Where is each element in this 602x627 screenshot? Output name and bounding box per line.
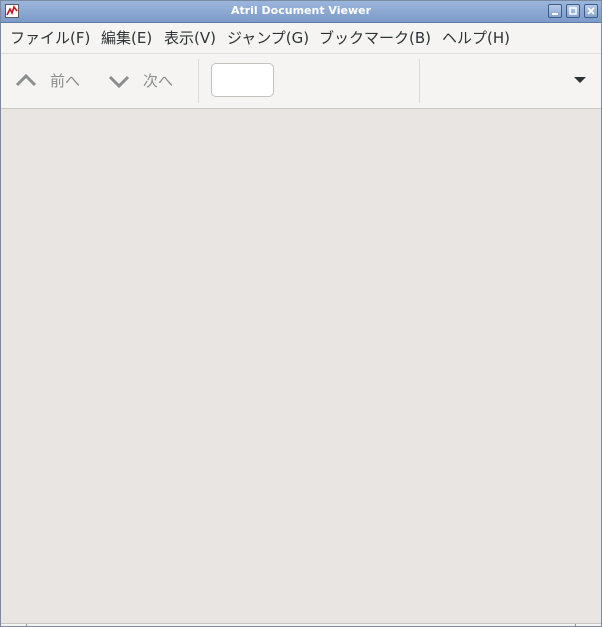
previous-page-label: 前へ bbox=[50, 72, 81, 90]
close-icon bbox=[587, 7, 595, 15]
toolbar: 前へ 次へ bbox=[1, 54, 601, 109]
toolbar-separator bbox=[419, 59, 420, 103]
document-view[interactable] bbox=[1, 109, 601, 623]
app-window: Atril Document Viewer ファイル(F) 編集(E) 表示(V… bbox=[0, 0, 602, 627]
menu-edit[interactable]: 編集(E) bbox=[101, 29, 152, 47]
menu-file[interactable]: ファイル(F) bbox=[10, 29, 90, 47]
next-page-button[interactable]: 次へ bbox=[108, 64, 178, 98]
menu-help[interactable]: ヘルプ(H) bbox=[442, 29, 510, 47]
minimize-icon bbox=[552, 13, 558, 15]
menu-view[interactable]: 表示(V) bbox=[164, 29, 216, 47]
chevron-down-icon bbox=[108, 75, 130, 89]
previous-page-button[interactable]: 前へ bbox=[15, 64, 85, 98]
menu-bar: ファイル(F) 編集(E) 表示(V) ジャンプ(G) ブックマーク(B) ヘル… bbox=[1, 23, 601, 54]
menu-bookmarks[interactable]: ブックマーク(B) bbox=[319, 29, 431, 47]
minimize-button[interactable] bbox=[548, 4, 562, 18]
chevron-up-icon bbox=[15, 73, 37, 87]
close-button[interactable] bbox=[584, 4, 598, 18]
triangle-down-icon bbox=[574, 77, 586, 83]
window-title: Atril Document Viewer bbox=[230, 4, 372, 17]
title-bar[interactable]: Atril Document Viewer bbox=[1, 1, 601, 23]
next-page-label: 次へ bbox=[143, 72, 174, 90]
page-number-input[interactable] bbox=[211, 63, 274, 97]
status-bar bbox=[1, 623, 601, 626]
toolbar-menu-button[interactable] bbox=[567, 72, 593, 90]
maximize-icon bbox=[569, 7, 577, 15]
maximize-button[interactable] bbox=[566, 4, 580, 18]
toolbar-separator bbox=[198, 59, 199, 103]
menu-go[interactable]: ジャンプ(G) bbox=[227, 29, 309, 47]
